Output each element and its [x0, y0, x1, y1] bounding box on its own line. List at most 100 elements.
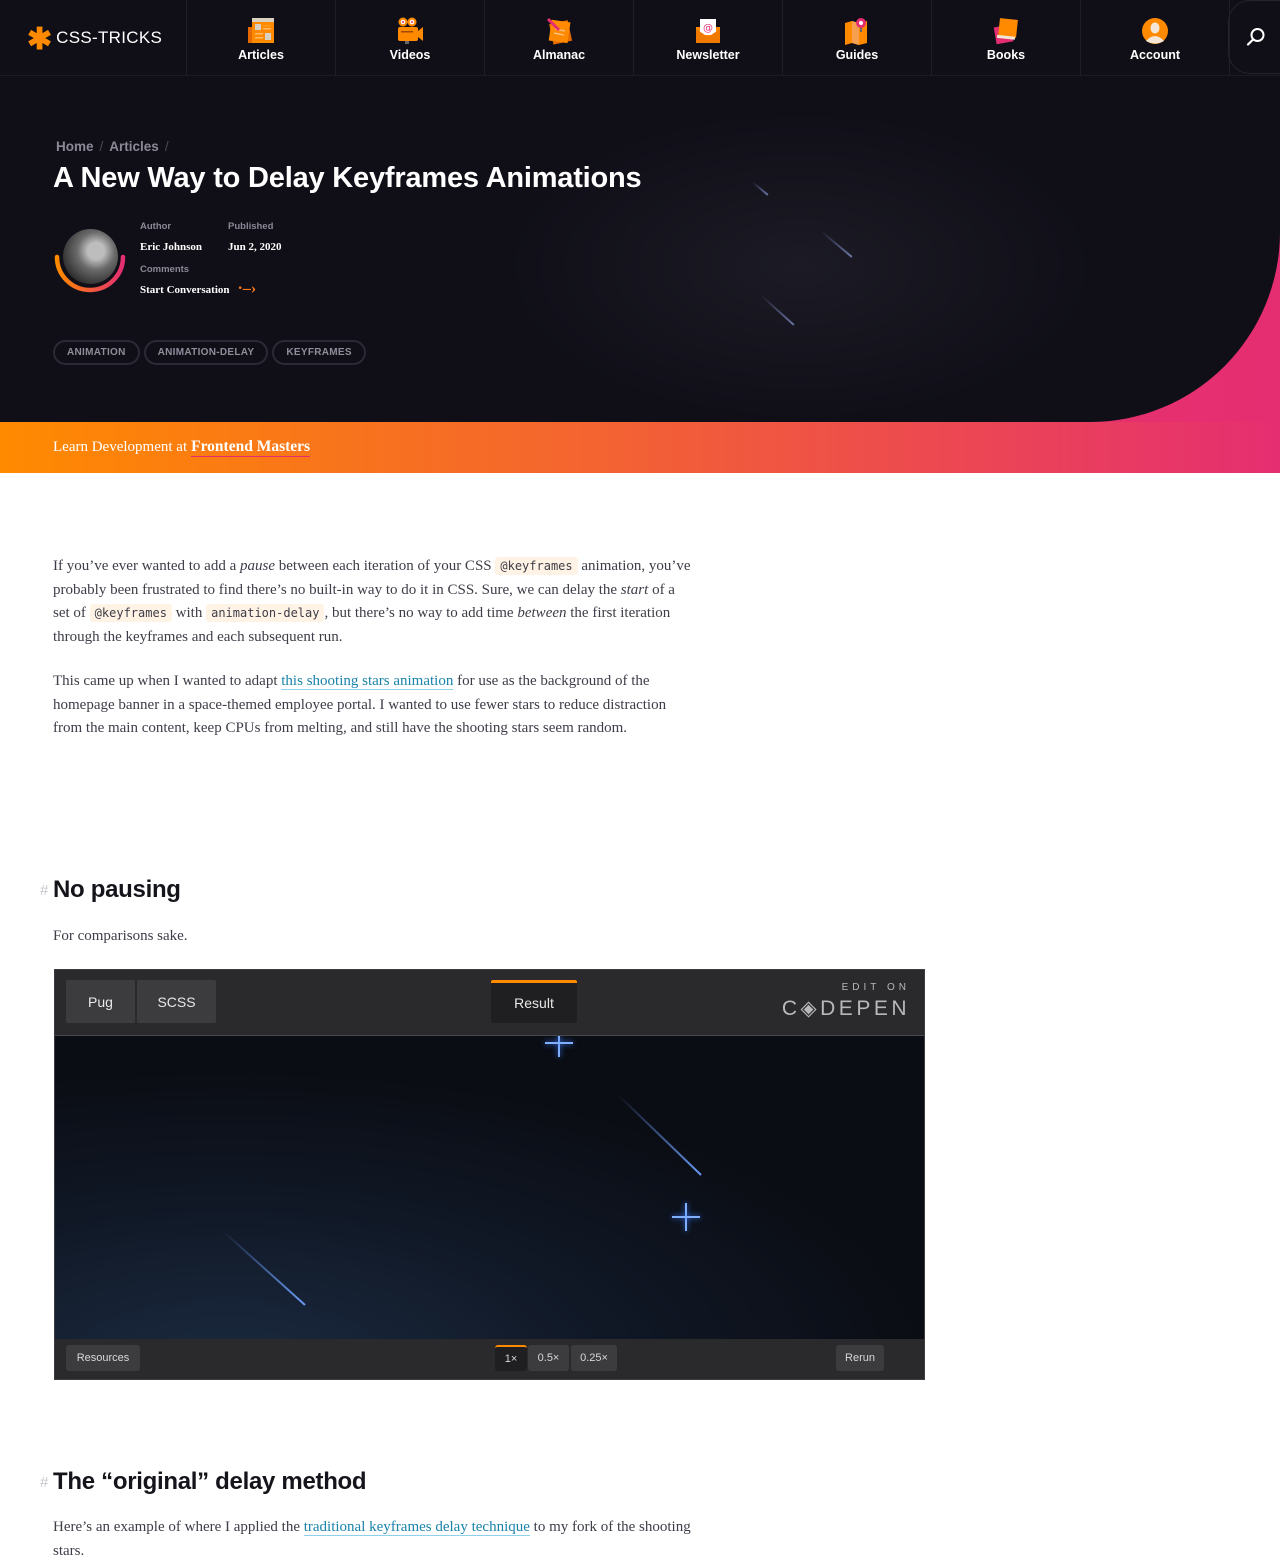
books-icon: [993, 17, 1018, 44]
text: between each iteration of your CSS: [275, 558, 496, 574]
breadcrumb-separator: /: [99, 139, 104, 154]
heading-no-pausing: # No pausing: [40, 876, 181, 904]
emphasis: start: [620, 581, 649, 598]
nav-item-almanac[interactable]: Almanac: [485, 0, 634, 76]
tab-result[interactable]: Result: [491, 980, 577, 1023]
resources-button[interactable]: Resources: [66, 1345, 140, 1371]
avatar-ring-icon: [54, 254, 126, 293]
anchor-link[interactable]: #: [40, 1474, 48, 1491]
nav-item-articles[interactable]: Articles: [187, 0, 336, 76]
codepen-embed: Pug SCSS Result EDIT ON C◈DEPEN Resource…: [54, 969, 925, 1380]
author-avatar[interactable]: [53, 227, 127, 293]
codepen-footer: Resources 1× 0.5× 0.25× Rerun: [55, 1339, 924, 1379]
shooting-star: [616, 1093, 702, 1176]
asterisk-logo-icon: ✱: [27, 23, 53, 56]
site-logo[interactable]: ✱ CSS-TRICKS: [0, 0, 187, 76]
speed-1x-button[interactable]: 1×: [495, 1345, 527, 1371]
paragraph: For comparisons sake.: [53, 928, 188, 944]
codepen-header: Pug SCSS Result EDIT ON C◈DEPEN: [55, 970, 924, 1036]
svg-text:@: @: [703, 23, 713, 34]
breadcrumb-home[interactable]: Home: [56, 139, 94, 154]
nav-label: Almanac: [532, 47, 586, 62]
rerun-button[interactable]: Rerun: [836, 1345, 884, 1371]
shooting-star-decoration: [752, 181, 769, 196]
tag-animation-delay[interactable]: ANIMATION-DELAY: [143, 340, 269, 365]
star-sparkle: [672, 1203, 700, 1231]
shooting-stars-link[interactable]: this shooting stars animation: [281, 673, 454, 690]
traditional-delay-link[interactable]: traditional keyframes delay technique: [303, 1519, 530, 1536]
published-label: Published: [228, 221, 274, 232]
user-icon: [1142, 17, 1168, 44]
published-meta: Published Jun 2, 2020: [228, 221, 282, 255]
author-label: Author: [140, 221, 172, 232]
heading-original-delay-method: # The “original” delay method: [40, 1468, 367, 1496]
emphasis: between: [517, 605, 567, 621]
text: Here’s an example of where I applied the: [53, 1519, 304, 1535]
paragraph: If you’ve ever wanted to add a pause bet…: [53, 555, 693, 649]
nav-item-newsletter[interactable]: @ Newsletter: [634, 0, 783, 76]
hero-banner: Home / Articles / A New Way to Delay Key…: [0, 76, 1280, 422]
nav-item-books[interactable]: Books: [932, 0, 1081, 76]
text: If you’ve ever wanted to add a: [53, 558, 241, 574]
start-conversation-text: Start Conversation: [140, 284, 230, 296]
map-icon: [845, 17, 867, 45]
nav-label: Account: [1130, 47, 1180, 62]
inline-code: @keyframes: [89, 604, 172, 622]
start-conversation-link[interactable]: Start Conversation ·–›: [140, 280, 256, 297]
site-header: ✱ CSS-TRICKS Articles Videos Almanac @ N…: [0, 0, 1280, 76]
breadcrumb-articles[interactable]: Articles: [109, 139, 159, 154]
promo-prefix: Learn Development at: [53, 439, 188, 455]
text: , but there’s no way to add time: [324, 605, 518, 621]
codepen-logo-icon: C◈DEPEN: [781, 997, 910, 1020]
inline-code: @keyframes: [495, 557, 578, 575]
tag-list: ANIMATION ANIMATION-DELAY KEYFRAMES: [53, 340, 366, 365]
edit-on-codepen-link[interactable]: EDIT ON C◈DEPEN: [782, 982, 910, 1021]
tab-scss[interactable]: SCSS: [137, 980, 216, 1023]
breadcrumb: Home / Articles /: [56, 139, 169, 154]
arrow-right-icon: ·–›: [237, 280, 257, 297]
logo-wordmark: CSS-TRICKS: [56, 28, 163, 47]
nav-label: Guides: [835, 47, 879, 62]
speed-0.5x-button[interactable]: 0.5×: [528, 1345, 569, 1371]
anchor-link[interactable]: #: [40, 882, 48, 899]
search-icon: [1246, 28, 1265, 46]
page-title: A New Way to Delay Keyframes Animations: [53, 162, 642, 194]
comments-meta: Comments Start Conversation ·–›: [140, 264, 256, 298]
star-sparkle: [545, 1036, 573, 1057]
nav-label: Videos: [389, 47, 431, 62]
tag-animation[interactable]: ANIMATION: [53, 340, 140, 365]
promo-link[interactable]: Frontend Masters: [191, 438, 311, 457]
published-date: Jun 2, 2020: [228, 241, 282, 253]
nav-label: Articles: [238, 47, 284, 62]
paragraph: Here’s an example of where I applied the…: [53, 1516, 703, 1563]
hero-section: Home / Articles / A New Way to Delay Key…: [0, 76, 1280, 422]
heading-text: No pausing: [53, 876, 181, 903]
speed-0.25x-button[interactable]: 0.25×: [571, 1345, 617, 1371]
tab-pug[interactable]: Pug: [66, 980, 135, 1023]
author-name[interactable]: Eric Johnson: [140, 241, 202, 253]
tag-keyframes[interactable]: KEYFRAMES: [272, 340, 366, 365]
heading-text: The “original” delay method: [53, 1468, 367, 1495]
inline-code: animation-delay: [206, 604, 325, 622]
emphasis: pause: [240, 558, 276, 574]
shooting-star-decoration: [760, 294, 795, 326]
article-body: If you’ve ever wanted to add a pause bet…: [53, 555, 693, 762]
nav-label: Books: [986, 47, 1026, 62]
result-preview: [55, 1036, 924, 1340]
text: This came up when I wanted to adapt: [53, 673, 282, 689]
video-camera-icon: [398, 17, 423, 44]
nav-item-account[interactable]: Account: [1081, 0, 1230, 76]
breadcrumb-separator: /: [164, 139, 169, 154]
nav-item-guides[interactable]: Guides: [783, 0, 932, 76]
author-meta: Author Eric Johnson: [140, 221, 202, 255]
text: with: [171, 605, 207, 621]
almanac-notebook-icon: [546, 17, 573, 45]
edit-on-label: EDIT ON: [841, 982, 910, 993]
nav-item-videos[interactable]: Videos: [336, 0, 485, 76]
paragraph: This came up when I wanted to adapt this…: [53, 670, 693, 741]
shooting-star: [222, 1230, 306, 1306]
frontend-masters-promo: Learn Development at Frontend Masters: [0, 422, 1280, 473]
newspaper-icon: [248, 17, 274, 43]
search-button[interactable]: [1228, 0, 1280, 74]
shooting-star-decoration: [820, 230, 853, 258]
